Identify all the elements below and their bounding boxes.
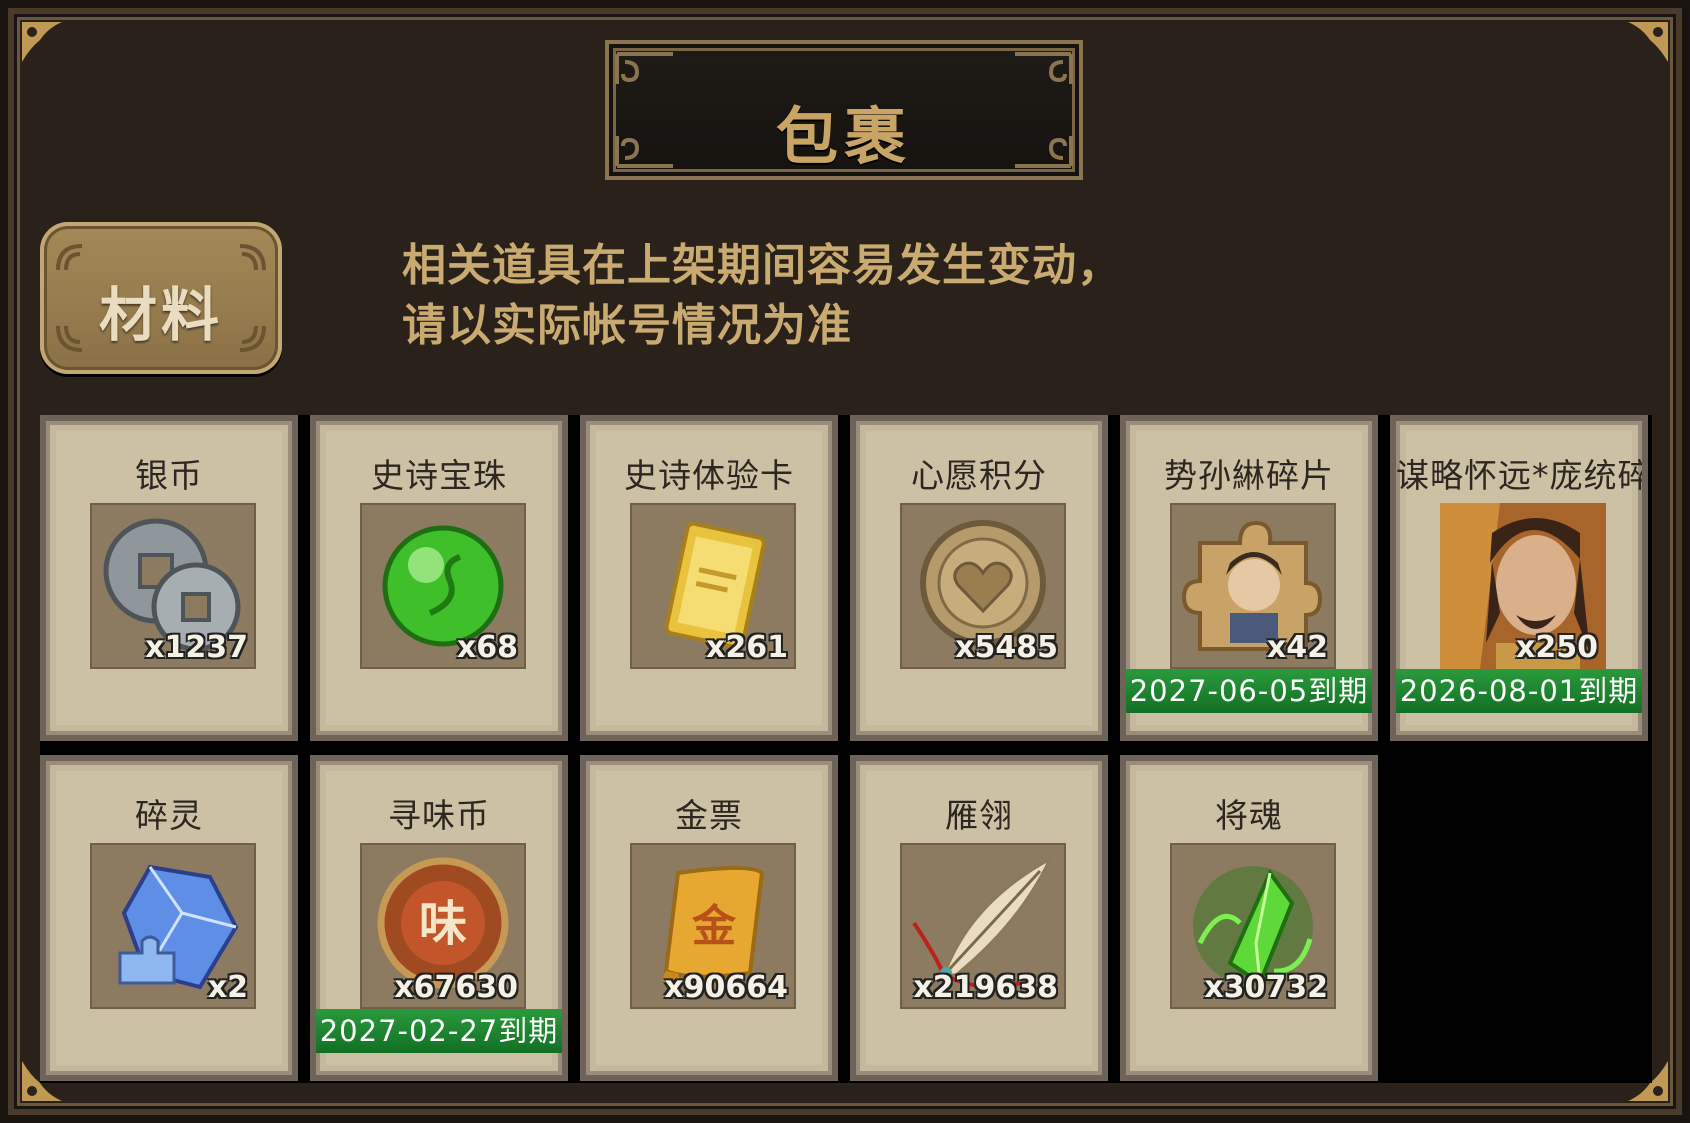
item-quantity: x1237 [145,630,248,665]
item-quantity: x30732 [1204,970,1328,1005]
item-slot: 金 x90664 [630,843,796,1009]
item-card-epic-orb[interactable]: 史诗宝珠 x68 [310,415,568,741]
svg-text:金: 金 [691,901,737,952]
title-plate: 包裹 [605,40,1083,180]
corner-ornament-icon [18,18,70,70]
item-name: 将魂 [1215,796,1283,833]
item-slot: x5485 [900,503,1066,669]
item-slot: x2 [90,843,256,1009]
item-slot: x30732 [1170,843,1336,1009]
notice-line-1: 相关道具在上架期间容易发生变动， [402,240,1122,291]
item-quantity: x261 [706,630,788,665]
expiry-badge: 2027-06-05到期 [1126,669,1372,713]
item-name: 雁翎 [945,796,1013,833]
item-name: 势孙綝碎片 [1164,456,1334,493]
svg-text:味: 味 [419,896,467,952]
item-card-taste-coin[interactable]: 寻味币 味 x67630 2027-02-27到期 [310,755,568,1081]
item-slot: x1237 [90,503,256,669]
item-card-silver-coin[interactable]: 银币 x1237 [40,415,298,741]
item-quantity: x2 [207,970,248,1005]
item-slot: x68 [360,503,526,669]
item-quantity: x42 [1266,630,1328,665]
item-name: 寻味币 [388,796,490,833]
item-name: 史诗宝珠 [371,456,507,493]
notice-text: 相关道具在上架期间容易发生变动， 请以实际帐号情况为准 [402,236,1122,356]
item-card-sun-chen-fragment[interactable]: 势孙綝碎片 x42 2027-06-05到期 [1120,415,1378,741]
item-slot: 味 x67630 [360,843,526,1009]
item-card-spirit-shard[interactable]: 碎灵 x2 [40,755,298,1081]
item-name: 金票 [675,796,743,833]
title-ornament-icon [615,52,673,84]
corner-ornament-icon [1620,18,1672,70]
item-card-wild-goose-feather[interactable]: 雁翎 x219638 [850,755,1108,1081]
item-name: 碎灵 [135,796,203,833]
item-slot: x261 [630,503,796,669]
item-quantity: x67630 [394,970,518,1005]
item-grid: 银币 x1237 史诗宝珠 x68 史诗体验卡 x261 心愿积分 x5485 … [40,415,1652,1083]
item-quantity: x90664 [664,970,788,1005]
item-name: 谋略怀远*庞统碎片 [1396,456,1642,493]
page-title: 包裹 [775,100,912,173]
title-ornament-icon [1015,52,1073,84]
item-slot: x42 [1170,503,1336,669]
item-quantity: x219638 [913,970,1058,1005]
item-quantity: x68 [456,630,518,665]
item-card-pang-tong-fragment[interactable]: 谋略怀远*庞统碎片 x250 2026-08-01到期 [1390,415,1648,741]
item-card-wish-points[interactable]: 心愿积分 x5485 [850,415,1108,741]
item-card-epic-trial-card[interactable]: 史诗体验卡 x261 [580,415,838,741]
item-quantity: x250 [1516,630,1598,665]
item-card-general-soul[interactable]: 将魂 x30732 [1120,755,1378,1081]
tab-materials[interactable]: 材料 [40,222,282,374]
item-name: 史诗体验卡 [624,456,794,493]
expiry-badge: 2026-08-01到期 [1396,669,1642,713]
expiry-badge: 2027-02-27到期 [316,1009,562,1053]
tab-materials-label: 材料 [98,281,223,349]
item-slot: x250 [1440,503,1606,669]
item-name: 心愿积分 [911,456,1047,493]
item-name: 银币 [135,456,203,493]
item-slot: x219638 [900,843,1066,1009]
item-card-gold-ticket[interactable]: 金票 金 x90664 [580,755,838,1081]
item-quantity: x5485 [955,630,1058,665]
notice-line-2: 请以实际帐号情况为准 [402,300,852,351]
